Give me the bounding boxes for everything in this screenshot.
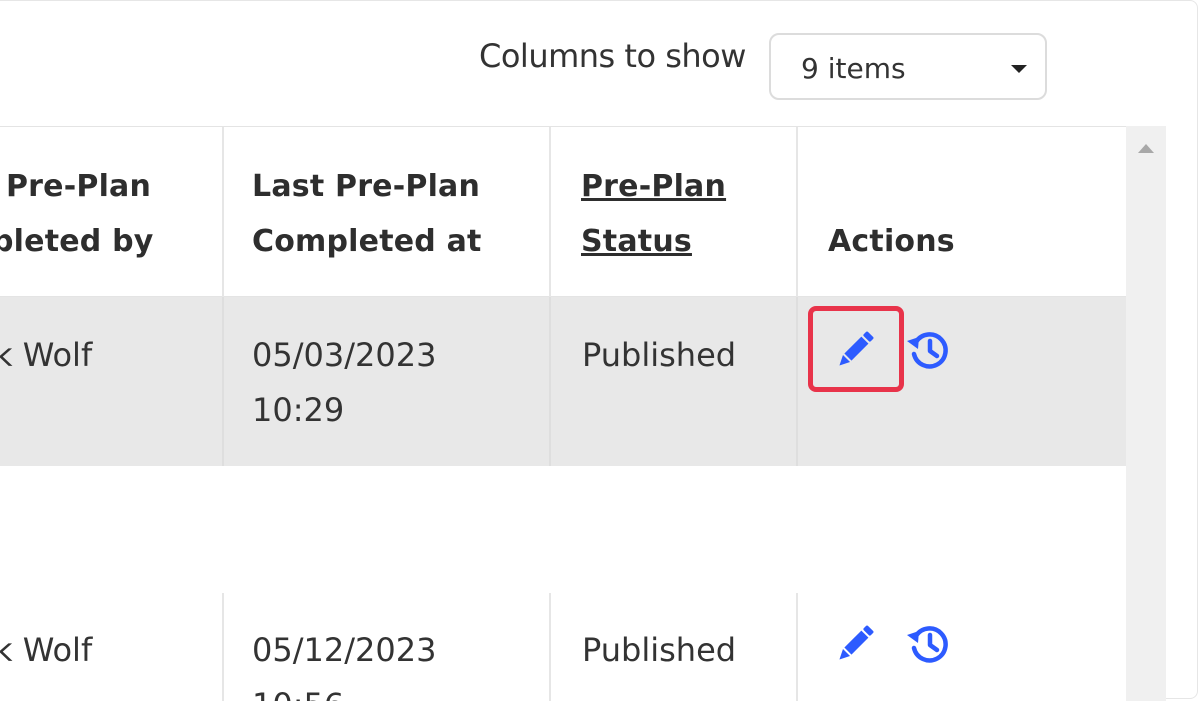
preplan-table: Pre-Plan pleted by Last Pre-Plan Complet… [0, 126, 1126, 701]
completed-time-cell: 10:29 [252, 391, 345, 429]
table-header: Pre-Plan pleted by Last Pre-Plan Complet… [0, 126, 1126, 297]
edit-button-highlight [808, 306, 904, 392]
column-divider [549, 593, 551, 701]
completed-by-cell: k Wolf [0, 336, 93, 374]
completed-date-cell: 05/12/2023 [252, 631, 437, 669]
completed-date-cell: 05/03/2023 [252, 336, 437, 374]
caret-down-icon [1011, 65, 1027, 73]
column-divider [796, 297, 798, 466]
edit-button[interactable] [830, 619, 880, 669]
history-icon [907, 626, 948, 663]
status-cell: Published [582, 336, 737, 374]
header-status-line2[interactable]: Status [581, 214, 692, 270]
completed-time-cell: 10:56 [252, 678, 344, 701]
columns-select[interactable]: 9 items [769, 33, 1047, 100]
header-status-line1[interactable]: Pre-Plan [581, 159, 726, 215]
columns-select-value: 9 items [801, 52, 906, 85]
history-button[interactable] [904, 325, 954, 375]
completed-by-cell: k Wolf [0, 631, 93, 669]
header-completed-at-line1: Last Pre-Plan [252, 169, 481, 204]
column-divider [796, 593, 798, 701]
header-status[interactable]: Pre-Plan Status [551, 127, 798, 297]
column-divider [222, 593, 224, 701]
header-actions-label: Actions [828, 224, 955, 259]
scroll-up-arrow-icon[interactable] [1138, 144, 1154, 153]
header-actions: Actions [798, 127, 1126, 297]
column-divider [222, 297, 224, 466]
header-completed-by[interactable]: Pre-Plan pleted by [0, 127, 224, 297]
history-button[interactable] [904, 619, 954, 669]
status-cell: Published [582, 631, 737, 669]
header-completed-by-line2: pleted by [0, 224, 154, 259]
header-completed-at[interactable]: Last Pre-Plan Completed at [224, 127, 551, 297]
columns-to-show-label: Columns to show [479, 37, 746, 75]
table-row: k Wolf 05/03/2023 10:29 Published [0, 297, 1126, 466]
column-divider [549, 297, 551, 466]
header-completed-at-line2: Completed at [252, 224, 482, 259]
vertical-scrollbar[interactable] [1126, 126, 1166, 701]
history-icon [907, 332, 948, 369]
pencil-icon [839, 625, 874, 660]
header-completed-by-line1: Pre-Plan [6, 169, 152, 204]
table-row: k Wolf 05/12/2023 10:56 Published [0, 466, 1126, 701]
